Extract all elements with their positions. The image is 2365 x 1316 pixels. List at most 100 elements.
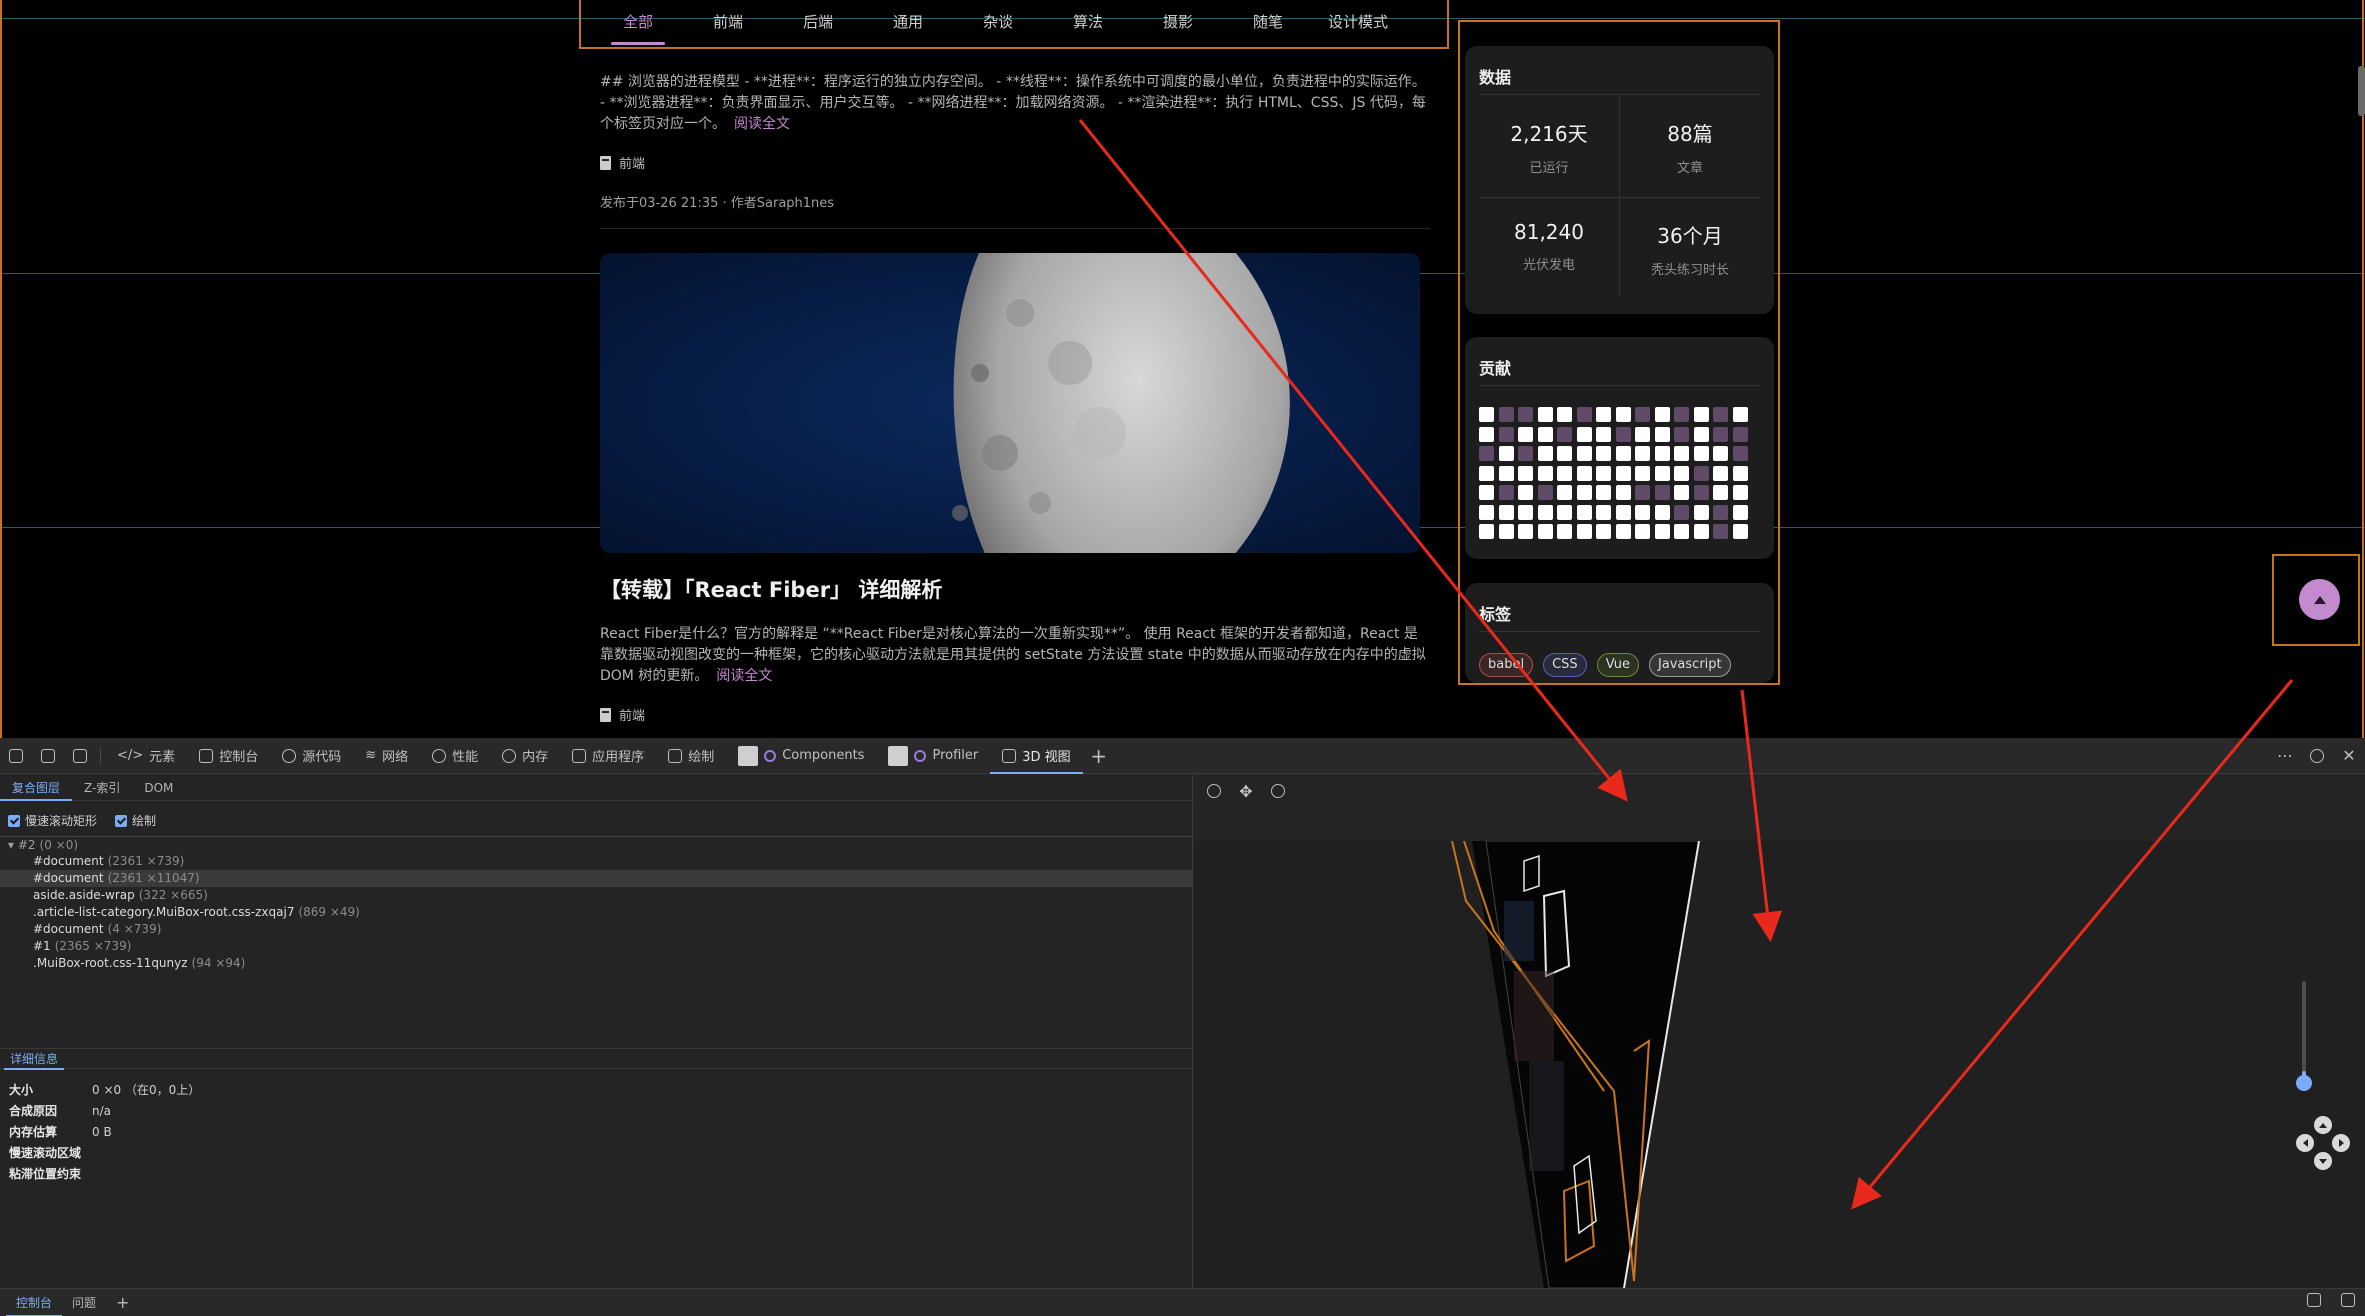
dock-button[interactable]: [64, 738, 96, 774]
article-category[interactable]: 前端: [600, 705, 1430, 724]
detail-row: 内存估算 0 B: [9, 1125, 112, 1139]
tree-row[interactable]: .MuiBox-root.css-11qunyz (94 ×94): [0, 955, 1193, 972]
device-toggle-button[interactable]: [32, 738, 64, 774]
drawer-tab-issues[interactable]: 问题: [62, 1289, 106, 1316]
reset-view-button[interactable]: [1198, 777, 1230, 805]
tab-components[interactable]: Components: [726, 738, 876, 774]
devtools-panel: </> 元素 控制台 源代码 ≋ 网络 性能 内存 应用程序 绘制 Componen…: [0, 738, 2365, 1316]
3d-view-pane: ✥: [1194, 775, 2365, 1288]
pan-left-button[interactable]: [2296, 1134, 2314, 1152]
tree-row[interactable]: #1 (2365 ×739): [0, 938, 1193, 955]
nav-tab-general[interactable]: 通用: [863, 0, 953, 48]
tag-css[interactable]: CSS: [1543, 653, 1587, 677]
contribution-cell: [1537, 465, 1553, 481]
nav-tab-frontend[interactable]: 前端: [683, 0, 773, 48]
tag-javascript[interactable]: Javascript: [1648, 653, 1731, 677]
contribution-cell: [1713, 524, 1728, 539]
subtab-composited-layers[interactable]: 复合图层: [0, 775, 73, 801]
tab-rendering[interactable]: 绘制: [656, 738, 726, 774]
tags-card: 标签 babel CSS Vue Javascript: [1465, 583, 1774, 683]
pan-up-button[interactable]: [2314, 1116, 2332, 1134]
more-options-button[interactable]: ⋯: [2269, 738, 2301, 774]
nav-tab-backend[interactable]: 后端: [773, 0, 863, 48]
refresh-icon: [1207, 784, 1221, 798]
tab-application[interactable]: 应用程序: [560, 738, 656, 774]
contribution-cell: [1713, 426, 1728, 442]
3d-canvas[interactable]: [1194, 841, 2365, 1288]
article-cover-image[interactable]: [600, 253, 1420, 553]
tab-details[interactable]: 详细信息: [4, 1049, 65, 1070]
contribution-cell: [1576, 485, 1592, 500]
contribution-cell: [1596, 524, 1611, 539]
contribution-cell: [1713, 485, 1728, 500]
back-to-top-button[interactable]: [2299, 579, 2340, 620]
contribution-cell: [1576, 465, 1592, 481]
slow-scroll-checkbox[interactable]: 慢速滚动矩形: [8, 812, 97, 829]
tab-profiler[interactable]: Profiler: [876, 738, 990, 774]
subtab-dom[interactable]: DOM: [132, 775, 185, 801]
tab-performance[interactable]: 性能: [420, 738, 490, 774]
stat-item: 81,240 光伏发电: [1514, 220, 1584, 273]
tree-row[interactable]: #document (4 ×739): [0, 921, 1193, 938]
detail-row: 慢速滚动区域: [9, 1146, 82, 1160]
tab-console[interactable]: 控制台: [187, 738, 270, 774]
tab-network[interactable]: ≋ 网络: [353, 738, 420, 774]
article-category[interactable]: 前端: [600, 153, 1430, 172]
drawer-tab-console[interactable]: 控制台: [6, 1289, 63, 1316]
zoom-slider[interactable]: [2296, 981, 2312, 1091]
plus-icon: +: [116, 1292, 130, 1312]
contribution-grid: [1479, 407, 1748, 539]
contribution-cell: [1576, 446, 1592, 461]
contribution-cell: [1479, 524, 1494, 539]
contribution-cell: [1693, 504, 1709, 520]
read-more-link[interactable]: 阅读全文: [716, 668, 772, 684]
layers-subtabs: 复合图层 Z-索引 DOM: [0, 775, 1193, 801]
contribution-cell: [1596, 446, 1611, 461]
tag-babel[interactable]: babel: [1479, 653, 1534, 677]
tab-sources[interactable]: 源代码: [270, 738, 353, 774]
pan-down-button[interactable]: [2314, 1152, 2332, 1170]
nav-tab-essay[interactable]: 随笔: [1223, 0, 1313, 48]
nav-tab-all[interactable]: 全部: [593, 0, 683, 48]
contribution-cell: [1654, 446, 1670, 461]
contribution-cell: [1518, 504, 1533, 520]
drawer-close-button[interactable]: [2331, 1289, 2365, 1316]
stat-item: 2,216天 已运行: [1510, 122, 1588, 176]
drawer-dock-button[interactable]: [2297, 1289, 2331, 1316]
nav-tab-algorithm[interactable]: 算法: [1043, 0, 1133, 48]
contribution-cell: [1518, 446, 1533, 461]
tree-row[interactable]: .article-list-category.MuiBox-root.css-z…: [0, 904, 1193, 921]
read-more-link[interactable]: 阅读全文: [734, 116, 790, 132]
card-divider: [1479, 385, 1760, 386]
contribution-cell: [1674, 426, 1689, 442]
close-devtools-button[interactable]: ✕: [2333, 738, 2365, 774]
inspect-button[interactable]: [0, 738, 32, 774]
devtools-toolbar: </> 元素 控制台 源代码 ≋ 网络 性能 内存 应用程序 绘制 Componen…: [0, 738, 2365, 774]
drawer-tabbar: 控制台 问题 +: [0, 1288, 2365, 1316]
article-title[interactable]: 【转载】「React Fiber」 详细解析: [600, 574, 942, 604]
tree-row[interactable]: #document (2361 ×11047): [0, 870, 1193, 887]
nav-tab-misc[interactable]: 杂谈: [953, 0, 1043, 48]
tab-memory[interactable]: 内存: [490, 738, 560, 774]
paint-checkbox[interactable]: 绘制: [115, 812, 156, 829]
nav-tab-design-patterns[interactable]: 设计模式: [1313, 0, 1403, 48]
tab-elements[interactable]: </> 元素: [105, 738, 187, 774]
tree-row[interactable]: #document (2361 ×739): [0, 853, 1193, 870]
nav-tab-photography[interactable]: 摄影: [1133, 0, 1223, 48]
zoom-slider-thumb[interactable]: [2296, 1075, 2312, 1091]
rotate-mode-button[interactable]: [1262, 777, 1294, 805]
add-tab-button[interactable]: +: [1083, 738, 1115, 774]
tree-row[interactable]: aside.aside-wrap (322 ×665): [0, 887, 1193, 904]
pan-mode-button[interactable]: ✥: [1230, 777, 1262, 805]
contribution-cell: [1576, 504, 1592, 520]
pan-right-button[interactable]: [2332, 1134, 2350, 1152]
tree-row[interactable]: ▾ #2 (0 ×0): [0, 836, 1193, 853]
help-button[interactable]: [2301, 738, 2333, 774]
arrow-up-icon: [2313, 595, 2326, 604]
tag-vue[interactable]: Vue: [1596, 653, 1639, 677]
subtab-z-index[interactable]: Z-索引: [72, 775, 132, 801]
extension-icon: [888, 745, 909, 766]
tab-3d-view[interactable]: 3D 视图: [990, 738, 1084, 774]
add-drawer-tab-button[interactable]: +: [106, 1289, 139, 1316]
page-scrollbar-thumb[interactable]: [2358, 66, 2365, 116]
